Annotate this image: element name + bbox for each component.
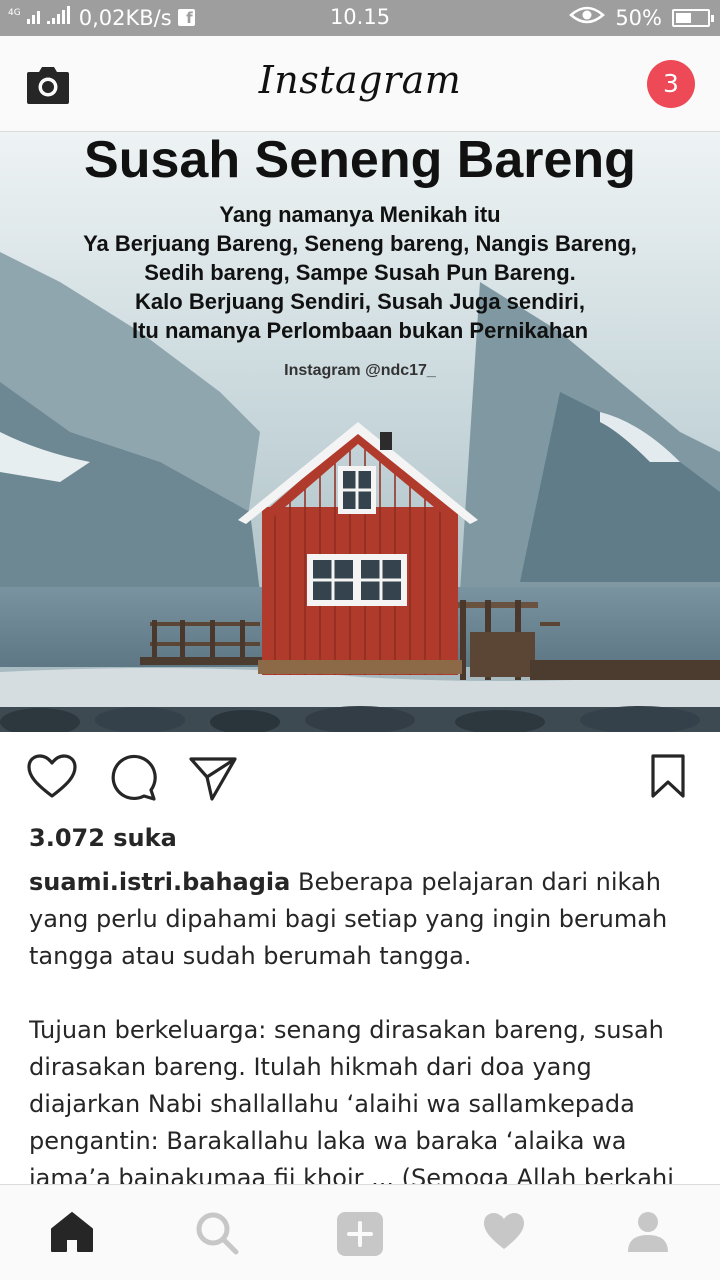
- heart-icon[interactable]: [26, 754, 78, 804]
- battery-level: [676, 12, 691, 23]
- poster-line: Itu namanya Perlombaan bukan Pernikahan: [131, 318, 589, 343]
- post-image[interactable]: Susah Seneng Bareng Yang namanya Menikah…: [0, 132, 720, 732]
- comment-icon[interactable]: [108, 754, 158, 806]
- poster-handle: Instagram @ndc17_: [284, 362, 436, 379]
- notification-badge[interactable]: 3: [647, 60, 695, 108]
- poster-title: Susah Seneng Bareng: [84, 132, 636, 189]
- poster-line: Sedih bareng, Sampe Susah Pun Bareng.: [144, 260, 576, 285]
- home-icon[interactable]: [50, 1211, 94, 1257]
- bookmark-icon[interactable]: [650, 754, 686, 802]
- post-actions: [0, 732, 720, 822]
- eye-icon: [569, 5, 606, 30]
- poster-body: Yang namanya Menikah itu Ya Berjuang Bar…: [0, 200, 720, 345]
- poster-line: Ya Berjuang Bareng, Seneng bareng, Nangi…: [83, 231, 637, 256]
- post-caption: suami.istri.bahagia Beberapa pelajaran d…: [29, 864, 694, 1184]
- activity-icon[interactable]: [482, 1211, 526, 1255]
- poster-line: Kalo Berjuang Sendiri, Susah Juga sendir…: [135, 289, 585, 314]
- battery-icon: [672, 8, 714, 27]
- search-icon[interactable]: [195, 1211, 239, 1259]
- caption-username[interactable]: suami.istri.bahagia: [29, 868, 290, 896]
- profile-icon[interactable]: [626, 1211, 670, 1257]
- status-bar: 4G 0,02KB/s f 10.15 50%: [0, 0, 720, 36]
- battery-percent: 50%: [615, 5, 662, 30]
- poster-line: Yang namanya Menikah itu: [219, 202, 501, 227]
- caption-text: Tujuan berkeluarga: senang dirasakan bar…: [29, 1016, 674, 1184]
- likes-count[interactable]: 3.072 suka: [29, 824, 177, 852]
- add-icon[interactable]: [336, 1211, 384, 1261]
- instagram-logo: Instagram: [258, 58, 462, 102]
- bottom-nav: [0, 1184, 720, 1280]
- caption-paragraph: suami.istri.bahagia Beberapa pelajaran d…: [29, 864, 694, 975]
- app-header: Instagram 3: [0, 36, 720, 132]
- share-icon[interactable]: [188, 754, 238, 806]
